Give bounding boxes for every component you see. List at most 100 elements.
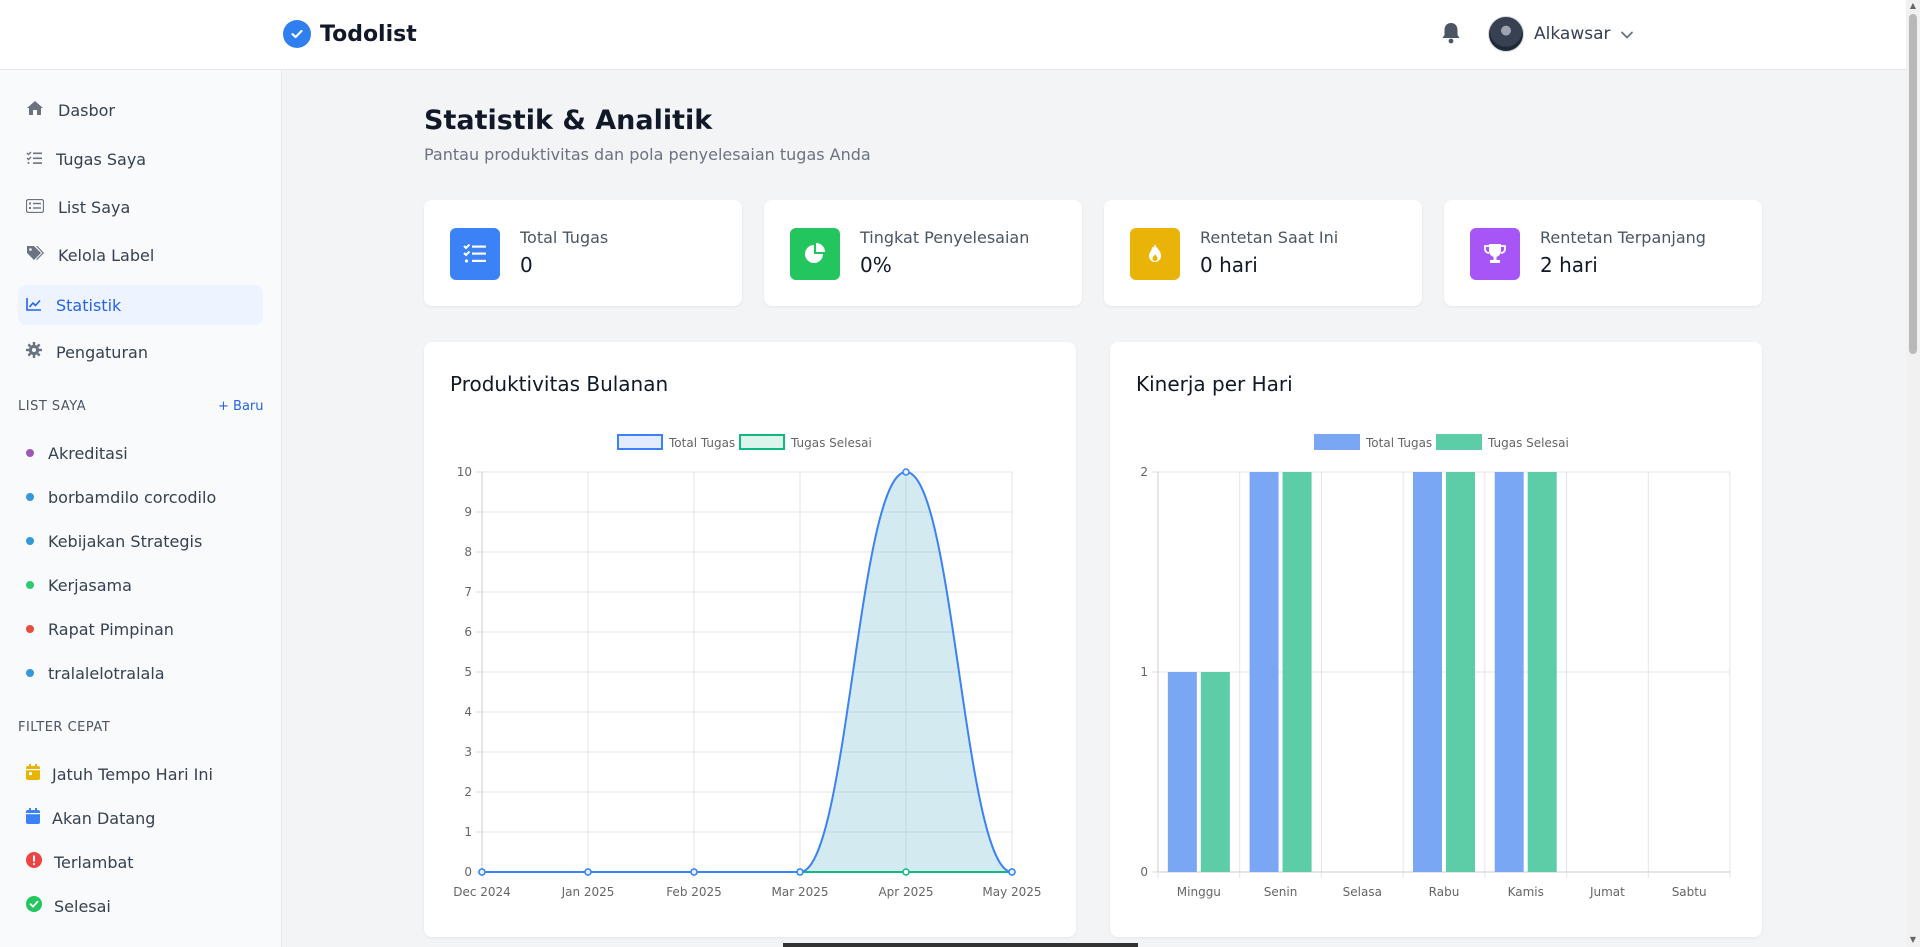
y-tick-label: 10 [457, 465, 472, 479]
filter-jatuh-tempo[interactable]: Jatuh Tempo Hari Ini [26, 759, 213, 789]
sidebar-item-statistik[interactable]: Statistik [18, 285, 263, 325]
stat-label: Rentetan Terpanjang [1540, 228, 1706, 247]
point-total-tugas [796, 868, 804, 876]
daily-performance-chart: Total Tugas Tugas Selesai 0 1 2 Minggu Senin Se… [1140, 434, 1731, 899]
filter-terlambat[interactable]: Terlambat [26, 847, 134, 877]
point-total-tugas [584, 868, 592, 876]
list-item-label: Akreditasi [48, 443, 128, 463]
filter-selesai[interactable]: Selesai [26, 891, 111, 921]
bar-tugas-selesai [1282, 472, 1312, 872]
list-color-dot [26, 669, 34, 677]
list-item-borbamdilo-corcodilo[interactable]: borbamdilo corcodilo [26, 482, 216, 512]
sidebar-item-label: Dasbor [58, 100, 115, 120]
y-tick-label: 1 [464, 825, 472, 839]
new-list-button[interactable]: + Baru [218, 399, 264, 414]
calendar-icon [26, 808, 40, 828]
check-circle-icon [26, 896, 42, 916]
bar-total-tugas [1413, 472, 1442, 872]
bar-tugas-selesai [1200, 672, 1230, 872]
y-tick-label: 9 [464, 505, 472, 519]
chart-line-icon [26, 296, 42, 315]
bell-icon[interactable] [1440, 21, 1464, 45]
page-title: Statistik & Analitik [424, 105, 713, 136]
horizontal-scrollbar[interactable] [783, 943, 1138, 947]
sidebar-item-label: List Saya [58, 197, 131, 217]
list-color-dot [26, 581, 34, 589]
app-name: Todolist [320, 21, 417, 47]
list-color-dot [26, 493, 34, 501]
filter-akan-datang[interactable]: Akan Datang [26, 803, 155, 833]
legend-swatch [1436, 434, 1482, 450]
fire-icon [1130, 228, 1180, 280]
list-item-label: borbamdilo corcodilo [48, 487, 217, 507]
sidebar-item-kelola-label[interactable]: Kelola Label [18, 235, 263, 275]
filter-label: Akan Datang [52, 808, 156, 828]
x-tick-label: Rabu [1429, 885, 1460, 899]
x-tick-label: Senin [1264, 885, 1298, 899]
sidebar-item-dasbor[interactable]: Dasbor [18, 90, 263, 130]
legend-label: Total Tugas [668, 436, 735, 450]
y-tick-label: 2 [1140, 465, 1148, 479]
y-tick-label: 5 [464, 665, 472, 679]
sidebar-item-label: Pengaturan [56, 342, 148, 362]
list-item-label: Kebijakan Strategis [48, 531, 203, 551]
y-tick-label: 6 [464, 625, 472, 639]
stat-label: Tingkat Penyelesaian [860, 228, 1030, 247]
chevron-down-icon [1620, 25, 1634, 44]
point-total-tugas [478, 868, 486, 876]
list-item-kebijakan-strategis[interactable]: Kebijakan Strategis [26, 526, 202, 556]
scroll-up-arrow[interactable]: ▲ [1909, 2, 1917, 10]
home-icon [26, 100, 44, 120]
legend-label: Tugas Selesai [790, 436, 872, 450]
y-tick-label: 0 [1140, 865, 1148, 879]
legend-swatch [617, 434, 663, 450]
legend-label: Total Tugas [1365, 436, 1432, 450]
x-tick-label: Kamis [1508, 885, 1544, 899]
point-total-tugas [1008, 868, 1016, 876]
x-tick-label: Jan 2025 [561, 885, 615, 899]
y-tick-label: 3 [464, 745, 472, 759]
sidebar-item-list-saya[interactable]: List Saya [18, 187, 263, 227]
list-color-dot [26, 537, 34, 545]
stat-value: 2 hari [1540, 253, 1598, 277]
list-item-label: Rapat Pimpinan [48, 619, 174, 639]
bar-total-tugas [1494, 472, 1524, 872]
x-tick-label: May 2025 [982, 885, 1041, 899]
legend-swatch [1314, 434, 1360, 450]
y-tick-label: 2 [464, 785, 472, 799]
list-color-dot [26, 449, 34, 457]
stat-label: Rentetan Saat Ini [1200, 228, 1339, 247]
lists-section-title: LIST SAYA [18, 399, 87, 414]
user-menu[interactable]: Alkawsar [1488, 16, 1634, 52]
trophy-icon [1470, 228, 1520, 280]
y-tick-label: 8 [464, 545, 472, 559]
list-item-rapat-pimpinan[interactable]: Rapat Pimpinan [26, 614, 174, 644]
y-tick-label: 4 [464, 705, 472, 719]
stat-card-tingkat-penyelesaian: Tingkat Penyelesaian 0% [764, 200, 1082, 306]
point-total-tugas [690, 868, 698, 876]
sidebar-item-pengaturan[interactable]: Pengaturan [18, 332, 263, 372]
list-item-akreditasi[interactable]: Akreditasi [26, 438, 128, 468]
sidebar-item-label: Tugas Saya [56, 149, 147, 169]
stat-value: 0% [860, 253, 892, 277]
list-item-label: Kerjasama [48, 575, 132, 595]
x-tick-label: Selasa [1343, 885, 1382, 899]
x-tick-label: Dec 2024 [453, 885, 511, 899]
legend-label: Tugas Selesai [1487, 436, 1569, 450]
list-item-tralalelotralala[interactable]: tralalelotralala [26, 658, 165, 688]
check-circle-icon [283, 20, 311, 48]
sidebar-item-tugas-saya[interactable]: Tugas Saya [18, 139, 263, 179]
app-brand[interactable]: Todolist [283, 20, 417, 48]
list-item-kerjasama[interactable]: Kerjasama [26, 570, 132, 600]
scroll-thumb[interactable] [1909, 14, 1917, 354]
user-name: Alkawsar [1534, 24, 1611, 44]
bar-total-tugas [1167, 672, 1197, 872]
x-tick-label: Feb 2025 [666, 885, 722, 899]
vertical-scrollbar[interactable]: ▲ ▼ [1906, 0, 1920, 947]
sidebar-item-label: Kelola Label [58, 245, 155, 265]
stat-card-rentetan-saat-ini: Rentetan Saat Ini 0 hari [1104, 200, 1422, 306]
bar-total-tugas [1249, 472, 1279, 872]
point-total-tugas [902, 468, 910, 476]
scroll-down-arrow[interactable]: ▼ [1909, 936, 1917, 944]
y-tick-label: 7 [464, 585, 472, 599]
